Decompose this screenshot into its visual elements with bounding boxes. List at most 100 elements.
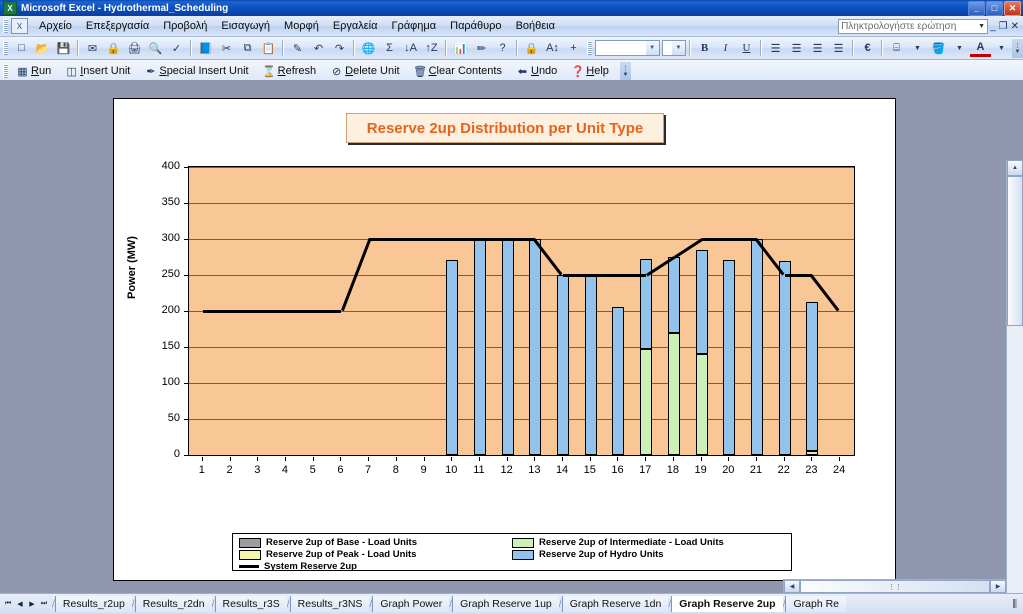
- y-axis-tick-label: 350: [161, 196, 180, 208]
- insert-unit-button[interactable]: ◫ Insert Unit: [60, 62, 139, 81]
- doc-minimize-button[interactable]: _: [990, 21, 996, 32]
- vertical-scroll-thumb[interactable]: [1007, 176, 1023, 326]
- align-center-button[interactable]: ☰: [786, 39, 807, 58]
- add-icon[interactable]: +: [563, 39, 584, 58]
- sheet-tab-results-r2up[interactable]: Results_r2up: [54, 596, 132, 612]
- fill-color-button[interactable]: 🪣: [928, 39, 949, 58]
- permission-icon[interactable]: 🔒: [103, 39, 124, 58]
- last-sheet-button[interactable]: ⏭: [38, 597, 50, 611]
- clear-contents-button[interactable]: 🗑 Clear Contents: [409, 62, 511, 81]
- sheet-tab-results-r2dn[interactable]: Results_r2dn: [134, 596, 212, 612]
- y-axis-tick-mark: [184, 203, 188, 204]
- undo-button[interactable]: ⬅ Undo: [511, 62, 566, 81]
- custom-toolbar-grip[interactable]: [3, 64, 8, 78]
- spelling-icon[interactable]: ✓: [166, 39, 187, 58]
- open-icon[interactable]: 📂: [32, 39, 53, 58]
- help-button[interactable]: ❓ Help: [566, 62, 618, 81]
- standard-toolbar-grip[interactable]: [3, 41, 8, 55]
- doc-restore-button[interactable]: ❐: [999, 21, 1008, 32]
- chevron-down-icon[interactable]: ▼: [645, 41, 659, 55]
- horizontal-scrollbar[interactable]: ◀ ⋮⋮ ▶: [783, 579, 1007, 594]
- mail-icon[interactable]: ✉: [82, 39, 103, 58]
- new-icon[interactable]: □: [11, 39, 32, 58]
- chevron-down-icon[interactable]: ▼: [978, 23, 985, 30]
- undo-icon[interactable]: ↶: [308, 39, 329, 58]
- special-insert-unit-button[interactable]: ✒ Special Insert Unit: [139, 62, 257, 81]
- menu-item-voitheia[interactable]: Βοήθεια: [509, 18, 562, 34]
- fill-color-dropdown-icon[interactable]: ▼: [949, 39, 970, 58]
- save-icon[interactable]: 💾: [53, 39, 74, 58]
- format-painter-icon[interactable]: ✎: [287, 39, 308, 58]
- sheet-tab-graph-re[interactable]: Graph Re: [785, 596, 847, 612]
- sheet-tab-graph-reserve-1up[interactable]: Graph Reserve 1up: [452, 596, 559, 612]
- refresh-button[interactable]: ⌛ Refresh: [258, 62, 326, 81]
- delete-unit-button[interactable]: ⊘ Delete Unit: [325, 62, 408, 81]
- menu-item-epexergasia[interactable]: Επεξεργασία: [79, 18, 156, 34]
- borders-dropdown-icon[interactable]: ▼: [907, 39, 928, 58]
- zoom-icon[interactable]: A↕: [542, 39, 563, 58]
- doc-close-button[interactable]: ✕: [1011, 21, 1019, 32]
- x-axis-tick-label: 4: [281, 464, 289, 476]
- insert-hyperlink-icon[interactable]: 🌐: [358, 39, 379, 58]
- chart-wizard-icon[interactable]: 📊: [450, 39, 471, 58]
- menu-item-eisagogi[interactable]: Εισαγωγή: [214, 18, 277, 34]
- chevron-down-icon[interactable]: ▼: [672, 41, 685, 55]
- previous-sheet-button[interactable]: ◀: [14, 597, 26, 611]
- paste-icon[interactable]: 📋: [258, 39, 279, 58]
- font-color-button[interactable]: A: [970, 40, 991, 57]
- menu-item-ergaleia[interactable]: Εργαλεία: [326, 18, 385, 34]
- menu-item-morfi[interactable]: Μορφή: [277, 18, 326, 34]
- next-sheet-button[interactable]: ▶: [26, 597, 38, 611]
- vertical-scrollbar[interactable]: ▲ ▼: [1006, 160, 1023, 594]
- sheet-tab-graph-power[interactable]: Graph Power: [372, 596, 450, 612]
- close-button[interactable]: ✕: [1004, 0, 1021, 16]
- help-icon[interactable]: ?: [492, 39, 513, 58]
- font-color-dropdown-icon[interactable]: ▼: [991, 39, 1012, 58]
- align-left-button[interactable]: ☰: [765, 39, 786, 58]
- chart-object[interactable]: Reserve 2up Distribution per Unit Type P…: [113, 98, 896, 581]
- menu-item-parathyro[interactable]: Παράθυρο: [443, 18, 508, 34]
- font-size-combo[interactable]: ▼: [661, 40, 686, 56]
- underline-button[interactable]: U: [736, 39, 757, 58]
- borders-button[interactable]: ⌸: [886, 39, 907, 58]
- align-right-button[interactable]: ☰: [807, 39, 828, 58]
- cut-icon[interactable]: ✂: [216, 39, 237, 58]
- sheet-tab-graph-reserve-2up[interactable]: Graph Reserve 2up: [671, 596, 783, 612]
- maximize-button[interactable]: □: [986, 0, 1003, 16]
- toolbar-overflow-button[interactable]: ⋮ ▼: [1012, 38, 1023, 58]
- formatting-toolbar-grip[interactable]: [587, 41, 592, 55]
- menu-grip[interactable]: [3, 19, 8, 33]
- run-button[interactable]: ▦ Run: [11, 62, 60, 81]
- print-icon[interactable]: 🖨: [124, 39, 145, 58]
- bold-button[interactable]: B: [694, 39, 715, 58]
- custom-toolbar-overflow-button[interactable]: ⋮ ▼: [619, 61, 631, 81]
- menu-item-grafima[interactable]: Γράφημα: [385, 18, 444, 34]
- merge-and-center-button[interactable]: ☰: [828, 39, 849, 58]
- horizontal-scroll-thumb[interactable]: ⋮⋮: [800, 580, 990, 593]
- sheet-tab-results-r3s[interactable]: Results_r3S: [214, 596, 287, 612]
- italic-button[interactable]: I: [715, 39, 736, 58]
- sort-descending-icon[interactable]: ↑Z: [421, 39, 442, 58]
- drawing-icon[interactable]: ✏: [471, 39, 492, 58]
- scroll-left-button[interactable]: ◀: [784, 580, 800, 593]
- font-name-combo[interactable]: ▼: [595, 40, 660, 56]
- scroll-right-button[interactable]: ▶: [990, 580, 1006, 593]
- first-sheet-button[interactable]: ⏮: [2, 597, 14, 611]
- security-icon[interactable]: 🔒: [521, 39, 542, 58]
- minimize-button[interactable]: _: [968, 0, 985, 16]
- ask-a-question-input[interactable]: Πληκτρολογήστε ερώτηση ▼: [838, 18, 989, 34]
- euro-button[interactable]: €: [857, 39, 878, 58]
- menu-item-provoli[interactable]: Προβολή: [156, 18, 214, 34]
- research-icon[interactable]: 📘: [195, 39, 216, 58]
- x-axis-tick-label: 19: [694, 464, 707, 476]
- sort-ascending-icon[interactable]: ↓A: [400, 39, 421, 58]
- menu-item-arxeio[interactable]: Αρχείο: [32, 18, 79, 34]
- redo-icon[interactable]: ↷: [329, 39, 350, 58]
- sheet-tab-results-r3ns[interactable]: Results_r3NS: [289, 596, 370, 612]
- autosum-icon[interactable]: Σ: [379, 39, 400, 58]
- scroll-up-button[interactable]: ▲: [1007, 160, 1023, 176]
- x-axis-tick-mark: [340, 457, 342, 461]
- copy-icon[interactable]: ⧉: [237, 39, 258, 58]
- sheet-tab-graph-reserve-1dn[interactable]: Graph Reserve 1dn: [561, 596, 669, 612]
- print-preview-icon[interactable]: 🔍: [145, 39, 166, 58]
